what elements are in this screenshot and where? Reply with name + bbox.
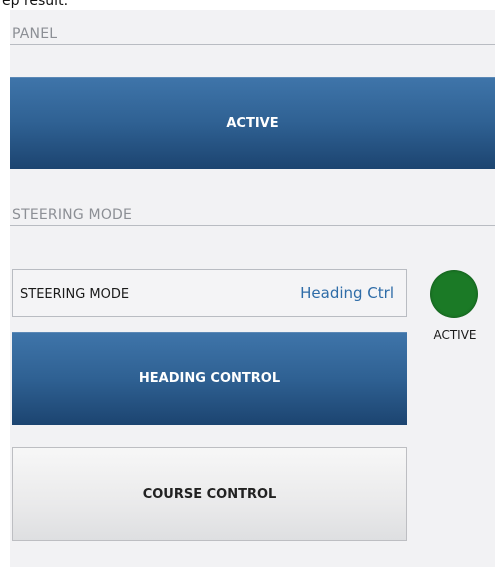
heading-control-label: HEADING CONTROL <box>138 371 281 386</box>
active-indicator-label: ACTIVE <box>433 328 477 342</box>
course-control-button[interactable]: COURSE CONTROL <box>12 447 407 541</box>
course-control-label: COURSE CONTROL <box>142 486 277 502</box>
section-header-steering: STEERING MODE <box>10 200 495 226</box>
caption-text: ep result: <box>2 0 69 9</box>
steering-mode-label: STEERING MODE <box>20 287 130 302</box>
steering-panel: PANEL ACTIVE STEERING MODE STEERING MODE… <box>10 10 495 567</box>
caption-strip: ep result: <box>0 0 205 10</box>
active-button-label: ACTIVE <box>226 115 279 131</box>
section-title-panel: PANEL <box>12 26 58 42</box>
section-header-panel: PANEL <box>10 10 495 45</box>
heading-control-button[interactable]: HEADING CONTROL <box>12 332 407 425</box>
steering-mode-value: Heading Ctrl <box>300 284 394 302</box>
active-button[interactable]: ACTIVE <box>10 77 495 169</box>
section-title-steering: STEERING MODE <box>12 207 133 223</box>
steering-mode-field: STEERING MODE Heading Ctrl <box>12 269 407 317</box>
active-indicator-icon <box>430 270 478 318</box>
